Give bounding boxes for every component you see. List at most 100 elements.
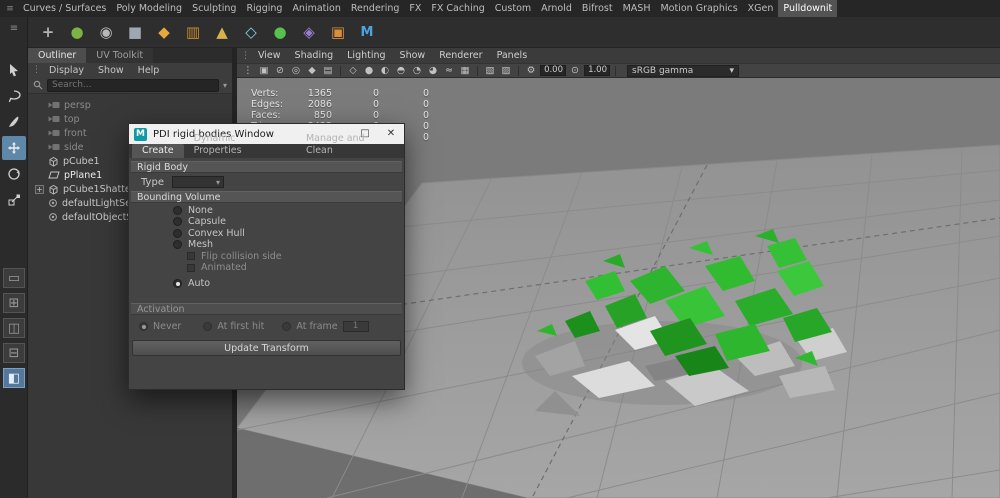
at-frame-field[interactable]: 1 — [343, 321, 369, 332]
lasso-tool-button[interactable] — [2, 84, 26, 108]
image-plane-icon[interactable]: ▤ — [321, 64, 335, 77]
color-space-dropdown[interactable]: sRGB gamma ▾ — [627, 65, 739, 77]
shelf-tab-rendering[interactable]: Rendering — [346, 0, 405, 17]
outliner-item-persp[interactable]: persp — [28, 98, 232, 112]
radio-never[interactable] — [139, 322, 148, 331]
xray-icon[interactable]: ▨ — [499, 64, 513, 77]
textured-icon[interactable]: ◐ — [378, 64, 392, 77]
menu-lighting[interactable]: Lighting — [340, 50, 392, 61]
shatter-it-icon[interactable]: ◆ — [152, 20, 176, 44]
radio-convex-hull[interactable]: Convex Hull — [173, 228, 404, 238]
isolate-select-icon[interactable]: ▧ — [483, 64, 497, 77]
bookmark-icon[interactable]: ◆ — [305, 64, 319, 77]
menu-display[interactable]: Display — [42, 65, 91, 76]
tab-dynamic-properties[interactable]: Dynamic Properties — [184, 132, 296, 158]
four-pane-layout-button[interactable]: ⊞ — [3, 293, 25, 313]
radio-mesh[interactable]: Mesh — [173, 240, 404, 250]
single-pane-layout-button[interactable]: ▭ — [3, 268, 25, 288]
multisample-icon[interactable]: ▦ — [458, 64, 472, 77]
shelf-tab-motion-graphics[interactable]: Motion Graphics — [655, 0, 742, 17]
radio-capsule[interactable]: Capsule — [173, 217, 404, 227]
two-pane-stacked-layout-button[interactable]: ⊟ — [3, 343, 25, 363]
exposure-field[interactable]: 0.00 — [540, 65, 566, 76]
scale-tool-button[interactable] — [2, 188, 26, 212]
shelf-tab-animation[interactable]: Animation — [287, 0, 345, 17]
poly-sphere-icon[interactable]: ◉ — [94, 20, 118, 44]
tab-manage-and-clean[interactable]: Manage and Clean — [296, 132, 404, 158]
gamma-field[interactable]: 1.00 — [584, 65, 610, 76]
pulldownit-logo-icon[interactable]: M — [355, 20, 379, 44]
search-input[interactable] — [47, 79, 219, 92]
shelf-tab-mash[interactable]: MASH — [618, 0, 656, 17]
menu-show[interactable]: Show — [393, 50, 433, 61]
lock-camera-icon[interactable]: ⊘ — [273, 64, 287, 77]
stone-shatter-icon[interactable]: ▲ — [210, 20, 234, 44]
rotate-tool-button[interactable] — [2, 162, 26, 186]
radio-none[interactable]: None — [173, 205, 404, 215]
select-camera-icon[interactable]: ▣ — [257, 64, 271, 77]
menu-help[interactable]: Help — [131, 65, 167, 76]
radio-auto[interactable]: Auto — [173, 279, 404, 289]
poly-cube-icon[interactable]: ■ — [123, 20, 147, 44]
type-dropdown[interactable]: ▾ — [172, 176, 224, 188]
shelf-tab-rigging[interactable]: Rigging — [241, 0, 287, 17]
shelf-tab-xgen[interactable]: XGen — [743, 0, 779, 17]
pdi-rigid-bodies-window: M PDI rigid bodies Window □ ✕ Create Dyn… — [128, 123, 405, 390]
camera-attributes-icon[interactable]: ◎ — [289, 64, 303, 77]
move-tool-button[interactable] — [2, 136, 26, 160]
glass-shatter-icon[interactable]: ◇ — [239, 20, 263, 44]
motion-blur-icon[interactable]: ≈ — [442, 64, 456, 77]
shelf-tab-poly-modeling[interactable]: Poly Modeling — [111, 0, 187, 17]
radio-label: At first hit — [217, 321, 264, 332]
two-pane-stacked-layout-icon: ⊟ — [9, 346, 20, 361]
checkbox-animated[interactable]: Animated — [187, 263, 404, 273]
radio-at-frame[interactable] — [282, 322, 291, 331]
shelf-tab-curves-surfaces[interactable]: Curves / Surfaces — [18, 0, 111, 17]
exposure-icon[interactable]: ⚙ — [524, 64, 538, 77]
menu-show[interactable]: Show — [91, 65, 131, 76]
outliner-item-label: side — [64, 142, 83, 153]
search-filter-chevron-icon[interactable]: ▾ — [223, 81, 227, 90]
shelf-menu-icon[interactable]: ≡ — [2, 4, 18, 14]
tab-uv-toolkit[interactable]: UV Toolkit — [86, 48, 153, 63]
select-tool-button[interactable] — [2, 58, 26, 82]
fracture-world-icon[interactable]: ▣ — [326, 20, 350, 44]
hud-value: 2086 — [292, 99, 332, 110]
checkbox-label: Animated — [201, 262, 247, 273]
checkbox-flip-collision-side[interactable]: Flip collision side — [187, 251, 404, 261]
ambient-occlusion-icon[interactable]: ◕ — [426, 64, 440, 77]
menu-shading[interactable]: Shading — [288, 50, 341, 61]
create-rigid-body-icon[interactable]: ● — [268, 20, 292, 44]
tab-outliner[interactable]: Outliner — [28, 48, 86, 63]
shelf-tab-sculpting[interactable]: Sculpting — [187, 0, 241, 17]
lighting-icon[interactable]: ◓ — [394, 64, 408, 77]
shelf-tab-fx-caching[interactable]: FX Caching — [426, 0, 489, 17]
gamma-icon[interactable]: ⊙ — [568, 64, 582, 77]
move-snap-icon[interactable]: + — [36, 20, 60, 44]
sculpt-brush-icon[interactable]: ● — [65, 20, 89, 44]
hud-value: 0 — [339, 88, 379, 99]
poly-cube-icon — [48, 156, 59, 167]
shadows-icon[interactable]: ◔ — [410, 64, 424, 77]
shelf-collapse-icon[interactable]: ≡ — [0, 23, 28, 34]
shelf-tab-fx[interactable]: FX — [404, 0, 426, 17]
shelf-tab-custom[interactable]: Custom — [490, 0, 536, 17]
shelf-tab-bifrost[interactable]: Bifrost — [577, 0, 618, 17]
menu-renderer[interactable]: Renderer — [432, 50, 489, 61]
shelf-tab-arnold[interactable]: Arnold — [536, 0, 577, 17]
menu-panels[interactable]: Panels — [490, 50, 535, 61]
expand-icon[interactable]: + — [35, 185, 44, 194]
two-pane-side-layout-button[interactable]: ◫ — [3, 318, 25, 338]
wood-shatter-icon[interactable]: ▥ — [181, 20, 205, 44]
jointer-icon[interactable]: ◈ — [297, 20, 321, 44]
menu-view[interactable]: View — [251, 50, 288, 61]
shaded-icon[interactable]: ● — [362, 64, 376, 77]
update-transform-button[interactable]: Update Transform — [132, 340, 401, 356]
outliner-persp-layout-button[interactable]: ◧ — [3, 368, 25, 388]
tab-create[interactable]: Create — [132, 144, 184, 158]
checkbox-label: Flip collision side — [201, 251, 282, 262]
radio-at-first-hit[interactable] — [203, 322, 212, 331]
shelf-tab-pulldownit[interactable]: Pulldownit — [778, 0, 837, 17]
paint-select-tool-button[interactable] — [2, 110, 26, 134]
wireframe-icon[interactable]: ◇ — [346, 64, 360, 77]
